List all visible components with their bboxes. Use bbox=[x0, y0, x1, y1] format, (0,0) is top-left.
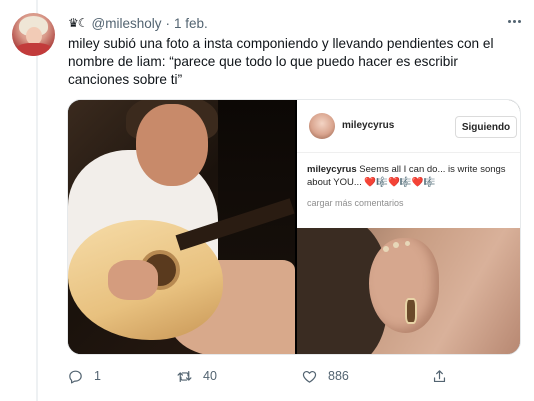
reply-button[interactable]: 1 bbox=[67, 363, 101, 389]
instagram-post: mileycyrus Siguiendo mileycyrus Seems al… bbox=[297, 100, 520, 354]
instagram-caption: mileycyrus Seems all I can do... is writ… bbox=[307, 163, 512, 189]
tweet-text: miley subió una foto a insta componiendo… bbox=[68, 36, 494, 88]
guitar-photo bbox=[68, 100, 295, 354]
caption-username: mileycyrus bbox=[307, 164, 357, 175]
share-button[interactable] bbox=[431, 363, 448, 389]
following-button: Siguiendo bbox=[455, 116, 517, 138]
like-button[interactable]: 886 bbox=[301, 363, 349, 389]
tweet-header: ♛☾ @milesholy · 1 feb. bbox=[68, 14, 208, 32]
share-icon bbox=[431, 368, 448, 385]
media-image[interactable]: mileycyrus Siguiendo mileycyrus Seems al… bbox=[67, 99, 521, 355]
retweet-button[interactable]: 40 bbox=[176, 363, 217, 389]
like-count: 886 bbox=[328, 369, 349, 383]
user-handle[interactable]: @milesholy bbox=[92, 16, 162, 31]
retweet-count: 40 bbox=[203, 369, 217, 383]
display-name[interactable]: ♛☾ bbox=[68, 16, 88, 30]
avatar[interactable] bbox=[12, 13, 55, 56]
instagram-avatar bbox=[309, 113, 335, 139]
tweet[interactable]: ♛☾ @milesholy · 1 feb. miley subió una f… bbox=[0, 0, 534, 401]
earring-photo bbox=[297, 228, 520, 354]
retweet-icon bbox=[176, 368, 193, 385]
more-icon[interactable] bbox=[503, 13, 525, 29]
tweet-actions: 1 40 886 bbox=[0, 363, 534, 389]
separator: · bbox=[165, 15, 171, 31]
like-icon bbox=[301, 368, 318, 385]
reply-count: 1 bbox=[94, 369, 101, 383]
reply-icon bbox=[67, 368, 84, 385]
instagram-username: mileycyrus bbox=[342, 120, 395, 131]
load-more-comments: cargar más comentarios bbox=[307, 198, 404, 208]
tweet-date[interactable]: 1 feb. bbox=[174, 16, 208, 31]
